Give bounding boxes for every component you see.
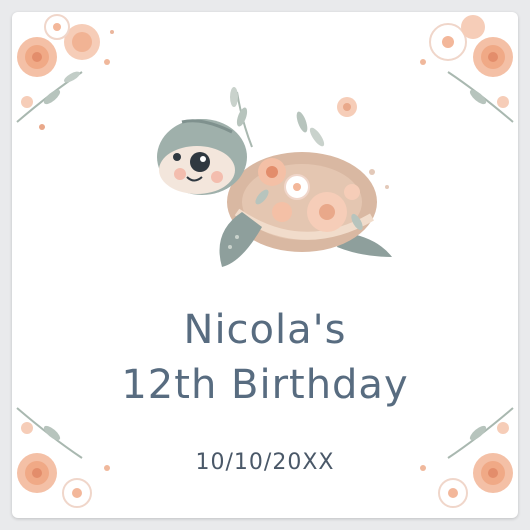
honoree-name: Nicola's xyxy=(183,307,347,353)
sticker: Nicola's 12th Birthday 10/10/20XX xyxy=(12,12,518,518)
birthday-title: 12th Birthday xyxy=(121,362,409,408)
floral-corner-top-left xyxy=(16,14,114,130)
event-date: 10/10/20XX xyxy=(195,450,335,475)
sea-turtle-illustration xyxy=(157,87,392,267)
